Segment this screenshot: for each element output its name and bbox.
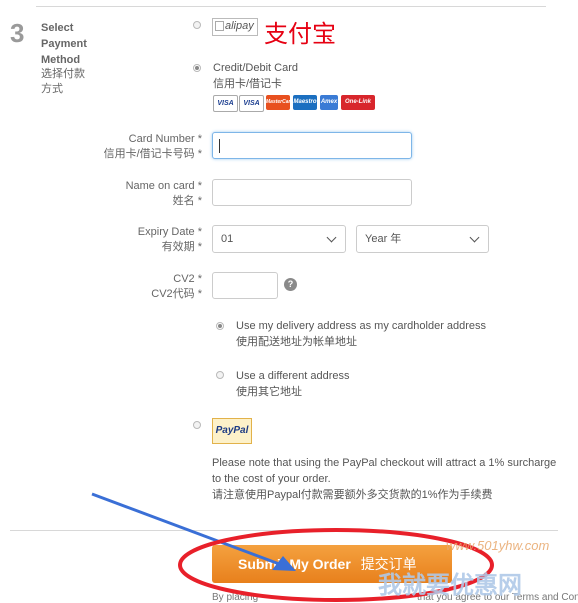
annotation-overlay [91, 492, 494, 602]
annotation-arrow-icon [91, 492, 291, 570]
watermark-url: www.501yhw.com [446, 538, 550, 553]
watermark-text: 我就要优惠网 [378, 571, 522, 599]
